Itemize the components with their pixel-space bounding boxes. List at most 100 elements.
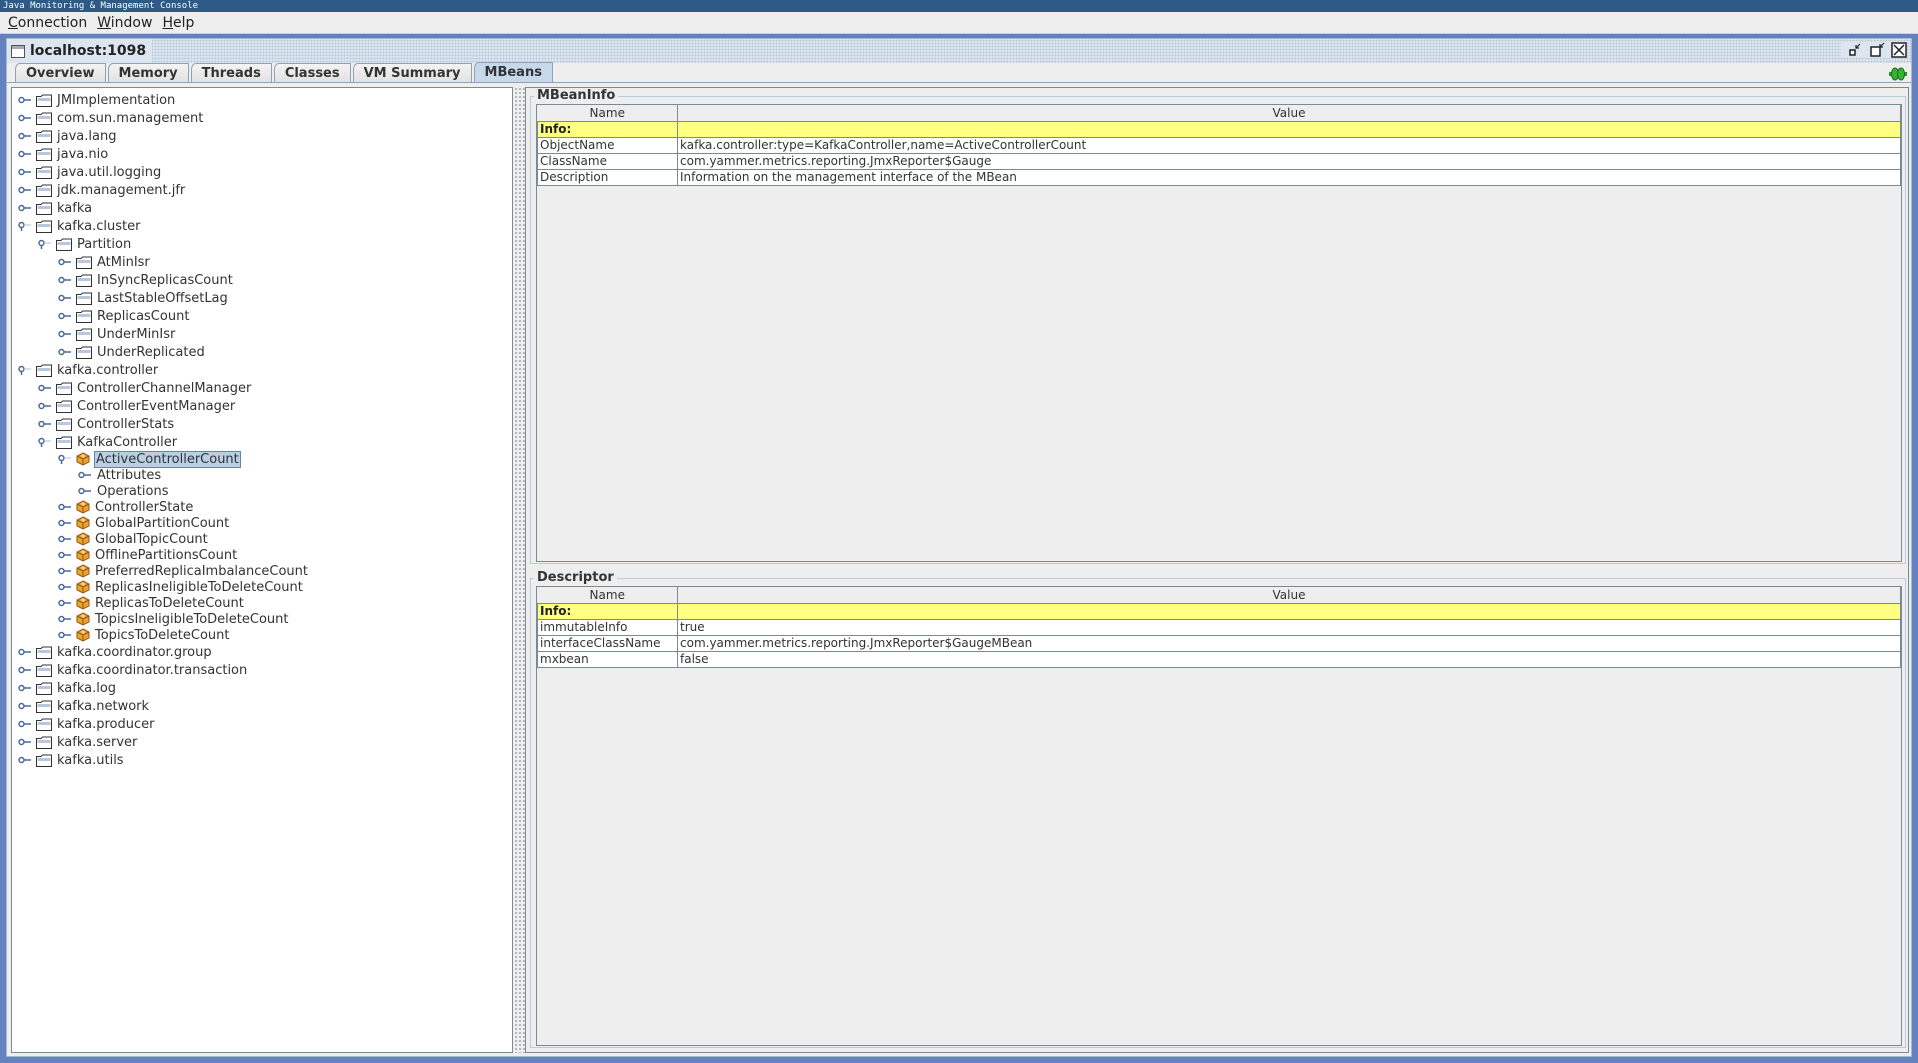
collapsed-toggle-icon[interactable] (58, 598, 72, 608)
menu-window[interactable]: Window (97, 15, 152, 31)
tree-node[interactable]: KafkaController (38, 433, 178, 451)
tab-vm-summary[interactable]: VM Summary (352, 63, 472, 82)
tree-node[interactable]: kafka.coordinator.transaction (18, 661, 248, 679)
tree-node[interactable]: ReplicasToDeleteCount (58, 595, 245, 611)
collapsed-toggle-icon[interactable] (18, 185, 32, 195)
tree-node[interactable]: ControllerChannelManager (38, 379, 252, 397)
menu-help[interactable]: Help (162, 15, 194, 31)
column-header-value[interactable]: Value (677, 105, 1901, 122)
tree-node[interactable]: GlobalPartitionCount (58, 515, 230, 531)
tree-node[interactable]: TopicsToDeleteCount (58, 627, 230, 643)
collapsed-toggle-icon[interactable] (18, 149, 32, 159)
tree-node[interactable]: TopicsIneligibleToDeleteCount (58, 611, 290, 627)
collapsed-toggle-icon[interactable] (18, 131, 32, 141)
tree-node[interactable]: java.util.logging (18, 163, 162, 181)
tree-node[interactable]: kafka.network (18, 697, 150, 715)
table-row[interactable]: interfaceClassName com.yammer.metrics.re… (537, 634, 1901, 652)
tree-node[interactable]: UnderReplicated (58, 343, 206, 361)
tree-node[interactable]: InSyncReplicasCount (58, 271, 234, 289)
collapsed-toggle-icon[interactable] (58, 614, 72, 624)
close-icon[interactable] (1891, 42, 1907, 58)
collapsed-toggle-icon[interactable] (38, 401, 52, 411)
tree-node[interactable]: GlobalTopicCount (58, 531, 209, 547)
tree-node[interactable]: Partition (38, 235, 132, 253)
tree-node[interactable]: kafka.log (18, 679, 117, 697)
collapsed-toggle-icon[interactable] (38, 419, 52, 429)
collapsed-toggle-icon[interactable] (58, 311, 72, 321)
collapsed-toggle-icon[interactable] (78, 470, 92, 480)
split-pane-divider[interactable] (515, 87, 525, 1053)
column-header-name[interactable]: Name (537, 105, 678, 122)
expanded-toggle-icon[interactable] (38, 239, 52, 249)
collapsed-toggle-icon[interactable] (18, 113, 32, 123)
collapsed-toggle-icon[interactable] (58, 257, 72, 267)
frame-title-bar[interactable]: localhost:1098 (7, 39, 1911, 63)
tree-node[interactable]: LastStableOffsetLag (58, 289, 229, 307)
tree-node[interactable]: ReplicasIneligibleToDeleteCount (58, 579, 304, 595)
tree-node[interactable]: ReplicasCount (58, 307, 190, 325)
expanded-toggle-icon[interactable] (58, 454, 72, 464)
tree-node[interactable]: kafka.cluster (18, 217, 141, 235)
tree-node[interactable]: OfflinePartitionsCount (58, 547, 238, 563)
expanded-toggle-icon[interactable] (18, 365, 32, 375)
restore-icon[interactable] (1869, 42, 1885, 58)
collapsed-toggle-icon[interactable] (58, 502, 72, 512)
table-row[interactable]: immutableInfo true (537, 618, 1901, 636)
tree-node[interactable]: ControllerEventManager (38, 397, 236, 415)
collapsed-toggle-icon[interactable] (58, 534, 72, 544)
tab-mbeans[interactable]: MBeans (473, 62, 553, 82)
tree-node[interactable]: ActiveControllerCount (58, 450, 241, 468)
table-row[interactable]: Description Information on the managemen… (537, 168, 1901, 186)
tree-node[interactable]: kafka.controller (18, 361, 159, 379)
tree-node[interactable]: java.nio (18, 145, 109, 163)
collapsed-toggle-icon[interactable] (18, 701, 32, 711)
column-header-value[interactable]: Value (677, 587, 1901, 604)
tree-node[interactable]: kafka.producer (18, 715, 156, 733)
tree-node[interactable]: kafka.server (18, 733, 138, 751)
tree-node[interactable]: com.sun.management (18, 109, 204, 127)
collapsed-toggle-icon[interactable] (18, 95, 32, 105)
collapsed-toggle-icon[interactable] (58, 329, 72, 339)
tree-node[interactable]: kafka.utils (18, 751, 125, 769)
table-row[interactable]: mxbean false (537, 650, 1901, 668)
collapsed-toggle-icon[interactable] (18, 647, 32, 657)
column-header-name[interactable]: Name (537, 587, 678, 604)
tree-node[interactable]: AtMinIsr (58, 253, 151, 271)
collapsed-toggle-icon[interactable] (58, 518, 72, 528)
collapsed-toggle-icon[interactable] (38, 383, 52, 393)
tab-classes[interactable]: Classes (273, 63, 351, 82)
collapsed-toggle-icon[interactable] (58, 566, 72, 576)
collapsed-toggle-icon[interactable] (18, 719, 32, 729)
tree-node[interactable]: JMImplementation (18, 91, 176, 109)
collapsed-toggle-icon[interactable] (58, 582, 72, 592)
collapsed-toggle-icon[interactable] (18, 167, 32, 177)
menu-connection[interactable]: Connection (8, 15, 87, 31)
collapsed-toggle-icon[interactable] (18, 683, 32, 693)
collapsed-toggle-icon[interactable] (18, 665, 32, 675)
collapsed-toggle-icon[interactable] (18, 203, 32, 213)
collapsed-toggle-icon[interactable] (58, 630, 72, 640)
table-row[interactable]: ObjectName kafka.controller:type=KafkaCo… (537, 136, 1901, 154)
tree-node[interactable]: Operations (78, 483, 169, 499)
tab-overview[interactable]: Overview (15, 63, 106, 82)
tree-node[interactable]: ControllerStats (38, 415, 175, 433)
tree-node[interactable]: kafka.coordinator.group (18, 643, 213, 661)
collapsed-toggle-icon[interactable] (58, 550, 72, 560)
expanded-toggle-icon[interactable] (18, 221, 32, 231)
collapsed-toggle-icon[interactable] (58, 293, 72, 303)
mbean-tree[interactable]: JMImplementation com.sun.management java.l… (11, 87, 513, 1053)
tree-node[interactable]: java.lang (18, 127, 117, 145)
tab-threads[interactable]: Threads (190, 63, 272, 82)
tree-node[interactable]: kafka (18, 199, 93, 217)
collapsed-toggle-icon[interactable] (18, 755, 32, 765)
collapsed-toggle-icon[interactable] (58, 347, 72, 357)
expanded-toggle-icon[interactable] (38, 437, 52, 447)
collapsed-toggle-icon[interactable] (18, 737, 32, 747)
tree-node[interactable]: Attributes (78, 467, 162, 483)
tab-memory[interactable]: Memory (107, 63, 189, 82)
tree-node[interactable]: PreferredReplicaImbalanceCount (58, 563, 309, 579)
tree-node[interactable]: UnderMinIsr (58, 325, 176, 343)
tree-node[interactable]: jdk.management.jfr (18, 181, 186, 199)
collapsed-toggle-icon[interactable] (58, 275, 72, 285)
table-row[interactable]: ClassName com.yammer.metrics.reporting.J… (537, 152, 1901, 170)
